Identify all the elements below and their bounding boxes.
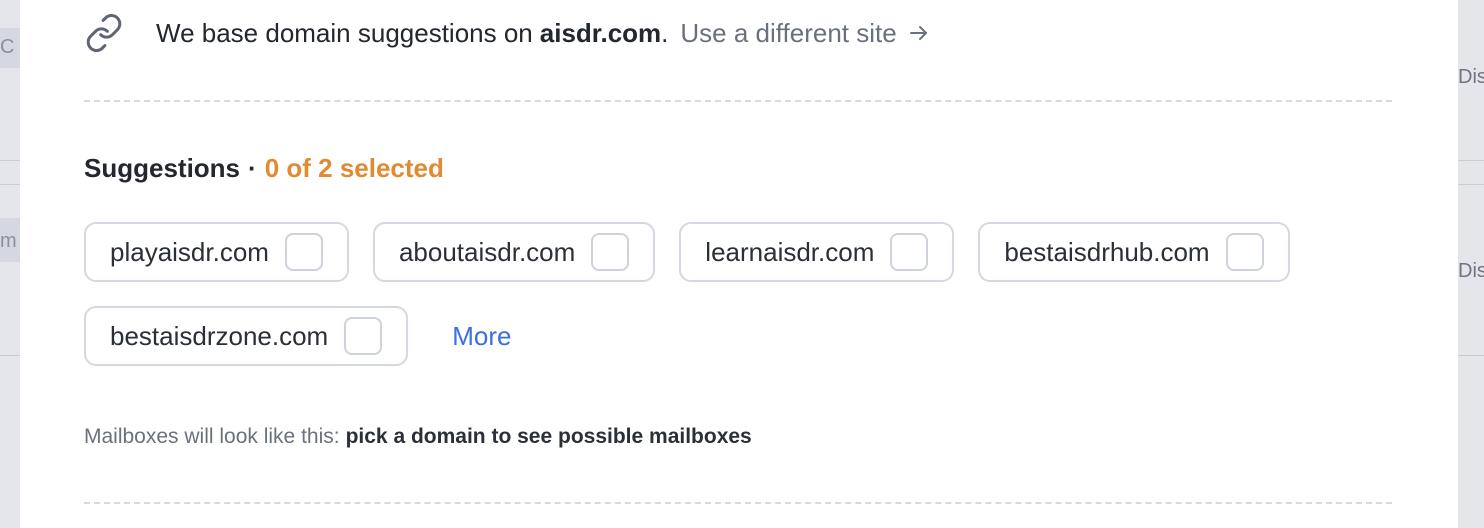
site-description: We base domain suggestions on bbox=[156, 17, 533, 48]
background-divider bbox=[0, 160, 20, 161]
domain-checkbox[interactable] bbox=[344, 317, 383, 355]
background-divider bbox=[1458, 160, 1484, 161]
more-suggestions-link[interactable]: More bbox=[452, 321, 511, 352]
domain-suggestion-list: playaisdr.com aboutaisdr.com learnaisdr.… bbox=[84, 222, 1404, 366]
background-divider bbox=[0, 355, 20, 356]
domain-checkbox[interactable] bbox=[1225, 233, 1264, 271]
suggestions-heading: Suggestions · 0 of 2 selected bbox=[84, 153, 444, 184]
site-source-row: We base domain suggestions on aisdr.com.… bbox=[84, 10, 931, 56]
base-domain: aisdr.com bbox=[539, 17, 662, 48]
background-page-right: Dis Dis bbox=[1458, 0, 1484, 528]
domain-chip-learnaisdr[interactable]: learnaisdr.com bbox=[679, 222, 955, 282]
domain-chip-label: playaisdr.com bbox=[110, 236, 269, 267]
background-text-fragment: C bbox=[0, 36, 15, 58]
mailbox-preview: Mailboxes will look like this: pick a dom… bbox=[84, 425, 752, 449]
domain-checkbox[interactable] bbox=[284, 233, 323, 271]
background-page-left: C m bbox=[0, 0, 20, 528]
suggestions-title: Suggestions bbox=[84, 153, 241, 183]
domain-checkbox[interactable] bbox=[591, 233, 630, 271]
background-text-fragment: Dis bbox=[1458, 66, 1484, 88]
domain-chip-label: bestaisdrhub.com bbox=[1004, 236, 1210, 267]
domain-chip-label: aboutaisdr.com bbox=[398, 236, 576, 267]
selected-count: 0 of 2 selected bbox=[264, 153, 444, 183]
background-divider bbox=[1458, 355, 1484, 356]
background-divider bbox=[1458, 184, 1484, 185]
heading-separator: · bbox=[248, 153, 257, 183]
use-different-site-label: Use a different site bbox=[680, 17, 897, 48]
domain-chip-playaisdr[interactable]: playaisdr.com bbox=[84, 222, 349, 282]
domain-chip-bestaisdrzone[interactable]: bestaisdrzone.com bbox=[84, 306, 409, 366]
section-divider bbox=[84, 502, 1392, 504]
link-icon bbox=[84, 13, 124, 53]
domain-chip-bestaisdrhub[interactable]: bestaisdrhub.com bbox=[978, 222, 1290, 282]
domain-checkbox[interactable] bbox=[890, 233, 929, 271]
domain-suggestions-modal: We base domain suggestions on aisdr.com.… bbox=[20, 0, 1458, 528]
section-divider bbox=[84, 100, 1392, 102]
background-text-fragment: Dis bbox=[1458, 260, 1484, 282]
mailbox-preview-label: Mailboxes will look like this: bbox=[84, 425, 340, 448]
sentence-period: . bbox=[661, 17, 669, 48]
background-text-fragment: m bbox=[0, 230, 17, 252]
mailbox-preview-hint: pick a domain to see possible mailboxes bbox=[345, 425, 752, 448]
arrow-right-icon bbox=[907, 21, 931, 45]
domain-chip-label: bestaisdrzone.com bbox=[110, 320, 329, 351]
domain-chip-label: learnaisdr.com bbox=[705, 236, 875, 267]
use-different-site-link[interactable]: Use a different site bbox=[680, 18, 930, 49]
background-divider bbox=[0, 184, 20, 185]
domain-chip-aboutaisdr[interactable]: aboutaisdr.com bbox=[372, 222, 656, 282]
